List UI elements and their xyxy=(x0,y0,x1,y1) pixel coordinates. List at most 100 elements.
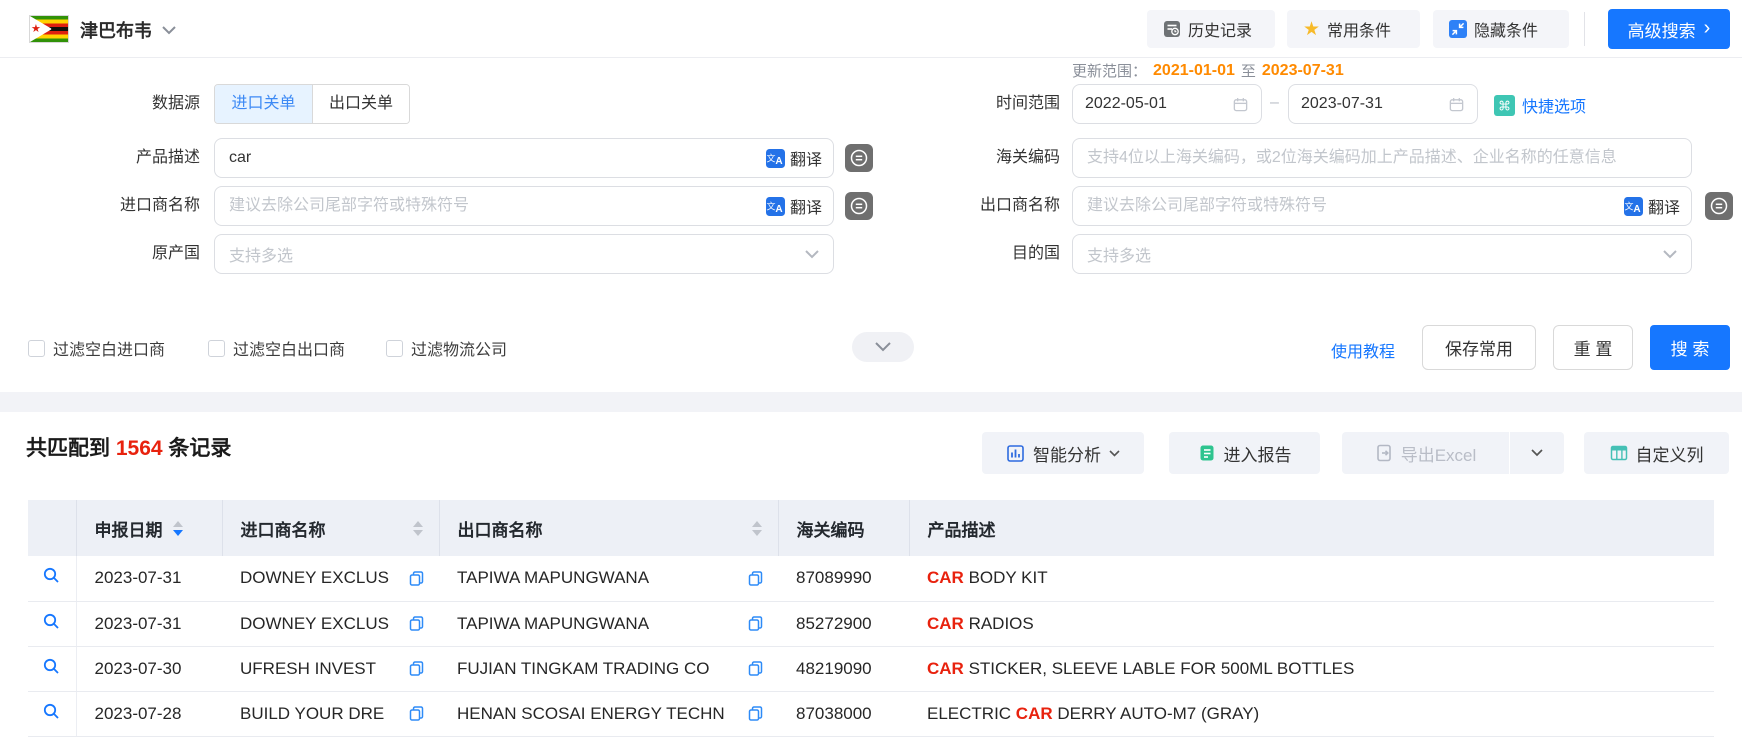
custom-columns-button[interactable]: 自定义列 xyxy=(1584,432,1729,474)
cell-hscode: 87089990 xyxy=(778,556,909,601)
table-row: 2023-07-31 DOWNEY EXCLUS TAPIWA MAPUNGWA… xyxy=(28,601,1714,646)
cell-importer: DOWNEY EXCLUS xyxy=(222,556,439,601)
advanced-search-button[interactable]: 高级搜索 › xyxy=(1608,9,1730,49)
calendar-icon xyxy=(1448,96,1465,113)
sort-exporter-control[interactable] xyxy=(752,521,762,536)
exact-match-toggle[interactable] xyxy=(1705,192,1733,220)
copy-icon[interactable] xyxy=(408,705,425,722)
col-header-date[interactable]: 申报日期 xyxy=(76,500,222,556)
copy-icon[interactable] xyxy=(747,615,764,632)
tab-import-declarations[interactable]: 进口关单 xyxy=(215,85,312,123)
destination-country-label: 目的国 xyxy=(940,234,1060,274)
filter-blank-exporter-checkbox[interactable]: 过滤空白出口商 xyxy=(208,336,345,360)
destination-country-select[interactable]: 支持多选 xyxy=(1072,234,1692,274)
filter-blank-importer-checkbox[interactable]: 过滤空白进口商 xyxy=(28,336,165,360)
report-icon xyxy=(1198,444,1216,462)
cell-description: CAR RADIOS xyxy=(909,601,1714,646)
cell-date: 2023-07-28 xyxy=(76,691,222,736)
keyword-highlight: CAR xyxy=(927,614,964,633)
sort-date-control[interactable] xyxy=(173,521,183,536)
export-options-button[interactable] xyxy=(1510,432,1564,474)
chevron-down-icon xyxy=(1109,450,1120,457)
view-detail-icon[interactable] xyxy=(42,657,61,676)
cell-importer: UFRESH INVEST xyxy=(222,646,439,691)
table-body: 2023-07-31 DOWNEY EXCLUS TAPIWA MAPUNGWA… xyxy=(28,556,1714,736)
hs-code-input[interactable] xyxy=(1072,138,1692,178)
arrow-right-icon: › xyxy=(1704,18,1711,38)
tab-export-declarations[interactable]: 出口关单 xyxy=(312,85,409,123)
cell-exporter: FUJIAN TINGKAM TRADING CO xyxy=(439,646,778,691)
search-button[interactable]: 搜 索 xyxy=(1650,325,1730,370)
checkbox[interactable] xyxy=(386,340,403,357)
table-row: 2023-07-28 BUILD YOUR DRE HENAN SCOSAI E… xyxy=(28,691,1714,736)
date-to-input[interactable]: 2023-07-31 xyxy=(1288,84,1478,124)
save-favorite-button[interactable]: 保存常用 xyxy=(1422,325,1536,370)
sort-importer-control[interactable] xyxy=(413,521,423,536)
translate-label: 翻译 xyxy=(790,194,822,218)
col-header-importer[interactable]: 进口商名称 xyxy=(222,500,439,556)
tutorial-link[interactable]: 使用教程 xyxy=(1331,338,1395,362)
translate-button[interactable]: 文A 翻译 xyxy=(1624,194,1680,218)
hide-conditions-button[interactable]: 隐藏条件 xyxy=(1433,10,1569,48)
product-desc-label: 产品描述 xyxy=(20,138,200,178)
equals-circle-icon xyxy=(845,192,873,220)
copy-icon[interactable] xyxy=(408,615,425,632)
importer-label: 进口商名称 xyxy=(20,186,200,226)
bi-chart-icon xyxy=(1006,444,1025,463)
update-range-mid: 至 xyxy=(1241,60,1256,81)
smart-analysis-button[interactable]: 智能分析 xyxy=(982,432,1144,474)
results-table: 申报日期 进口商名称 出口商名称 海关编码 产品描述 xyxy=(28,500,1714,737)
exact-match-toggle[interactable] xyxy=(845,144,873,172)
exporter-input[interactable] xyxy=(1072,186,1692,226)
origin-country-label: 原产国 xyxy=(20,234,200,274)
exporter-label: 出口商名称 xyxy=(940,186,1060,226)
cell-exporter: TAPIWA MAPUNGWANA xyxy=(439,556,778,601)
view-detail-icon[interactable] xyxy=(42,702,61,721)
enter-report-button[interactable]: 进入报告 xyxy=(1169,432,1320,474)
product-desc-input[interactable] xyxy=(214,138,834,178)
export-excel-button[interactable]: 导出Excel xyxy=(1342,432,1509,474)
checkbox[interactable] xyxy=(28,340,45,357)
copy-icon[interactable] xyxy=(408,570,425,587)
history-label: 历史记录 xyxy=(1188,17,1252,41)
table-row: 2023-07-30 UFRESH INVEST FUJIAN TINGKAM … xyxy=(28,646,1714,691)
svg-text:文: 文 xyxy=(1624,200,1633,211)
copy-icon[interactable] xyxy=(747,570,764,587)
translate-button[interactable]: 文A 翻译 xyxy=(766,146,822,170)
favorites-button[interactable]: ★ 常用条件 xyxy=(1287,10,1420,48)
star-icon: ★ xyxy=(1303,20,1320,39)
date-range-dash: – xyxy=(1270,94,1279,112)
importer-input[interactable] xyxy=(214,186,834,226)
date-from-value: 2022-05-01 xyxy=(1085,95,1167,113)
reset-button[interactable]: 重 置 xyxy=(1553,325,1633,370)
cell-exporter: TAPIWA MAPUNGWANA xyxy=(439,601,778,646)
col-header-description: 产品描述 xyxy=(909,500,1714,556)
filter-logistics-checkbox[interactable]: 过滤物流公司 xyxy=(386,336,507,360)
col-header-exporter[interactable]: 出口商名称 xyxy=(439,500,778,556)
chevron-down-icon[interactable] xyxy=(162,26,176,35)
topbar-divider xyxy=(1584,12,1585,46)
svg-text:A: A xyxy=(775,156,782,167)
cell-hscode: 87038000 xyxy=(778,691,909,736)
top-bar: ★ 津巴布韦 历史记录 ★ 常用条件 隐藏条件 高级搜索 › xyxy=(0,0,1742,58)
enter-report-label: 进入报告 xyxy=(1224,441,1292,466)
filter-logistics-label: 过滤物流公司 xyxy=(411,336,507,360)
view-detail-icon[interactable] xyxy=(42,566,61,585)
date-from-input[interactable]: 2022-05-01 xyxy=(1072,84,1262,124)
view-detail-icon[interactable] xyxy=(42,612,61,631)
country-name: 津巴布韦 xyxy=(80,17,152,43)
svg-text:A: A xyxy=(1633,204,1640,215)
origin-country-select[interactable]: 支持多选 xyxy=(214,234,834,274)
exact-match-toggle[interactable] xyxy=(845,192,873,220)
zimbabwe-flag-icon: ★ xyxy=(30,16,68,42)
quick-options[interactable]: ⌘ 快捷选项 xyxy=(1494,93,1586,117)
data-source-tabs: 进口关单 出口关单 xyxy=(214,84,410,124)
copy-icon[interactable] xyxy=(747,705,764,722)
copy-icon[interactable] xyxy=(408,660,425,677)
history-button[interactable]: 历史记录 xyxy=(1147,10,1275,48)
expand-form-button[interactable] xyxy=(852,332,914,362)
checkbox[interactable] xyxy=(208,340,225,357)
cell-date: 2023-07-31 xyxy=(76,601,222,646)
copy-icon[interactable] xyxy=(747,660,764,677)
translate-button[interactable]: 文A 翻译 xyxy=(766,194,822,218)
